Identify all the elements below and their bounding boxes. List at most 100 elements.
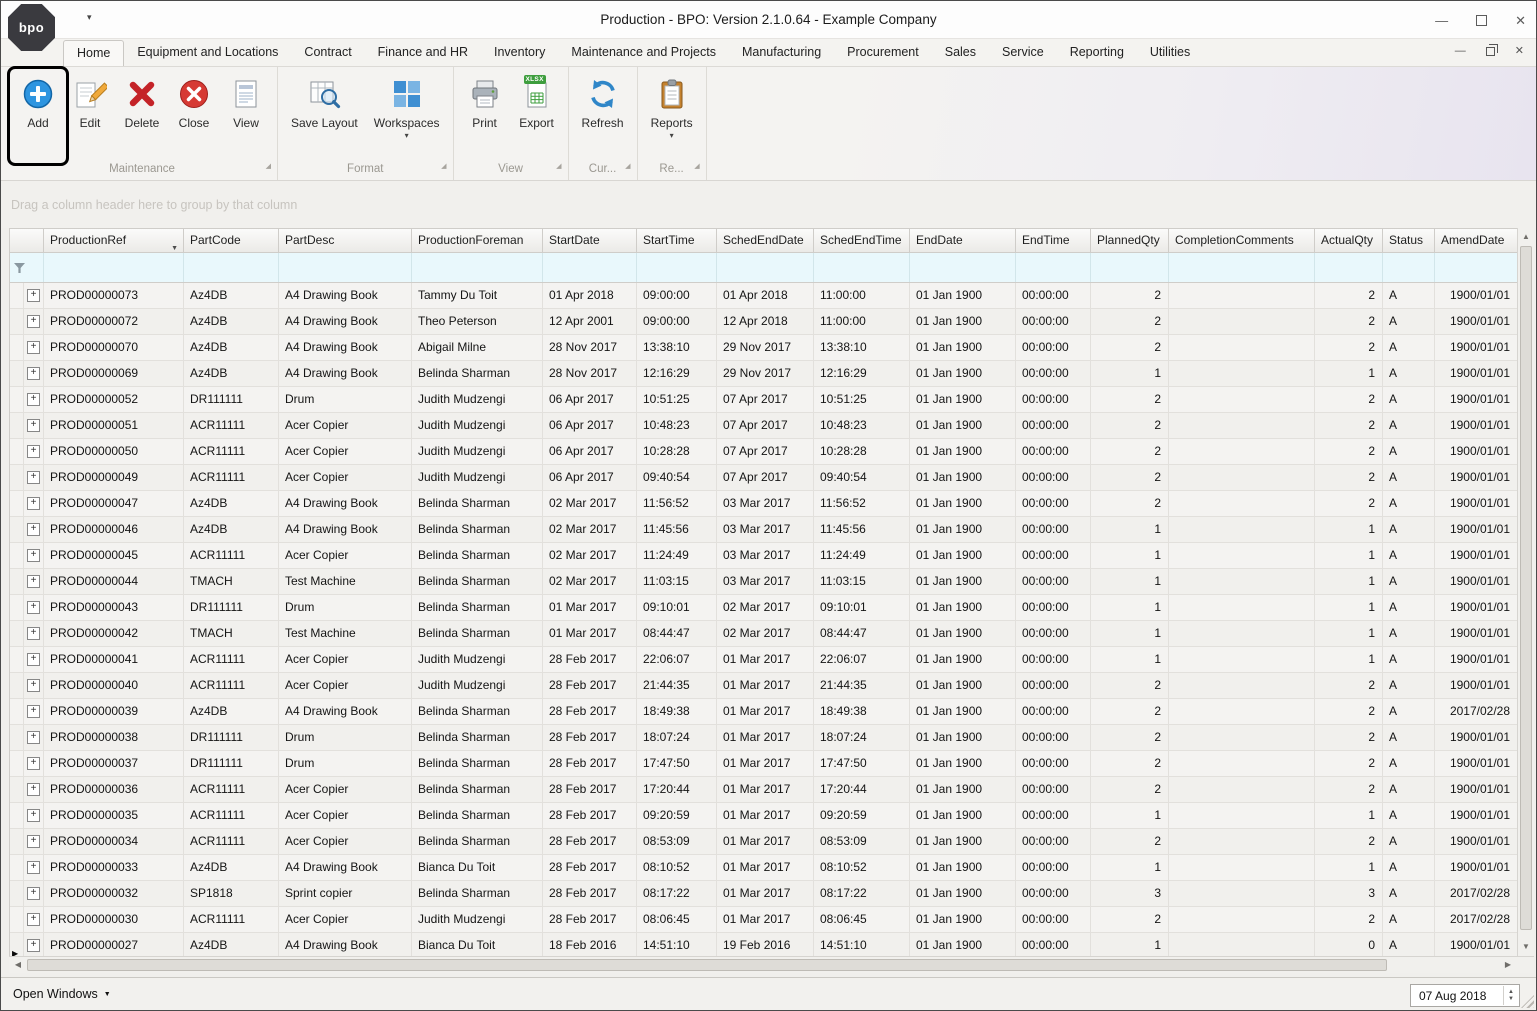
- table-row[interactable]: ▶ + PROD00000027 Az4DB A4 Drawing Book Bianca…: [10, 933, 1517, 956]
- filter-input-sched_end_date[interactable]: [717, 253, 814, 282]
- tab-contract[interactable]: Contract: [291, 40, 364, 66]
- scroll-down-icon[interactable]: ▼: [1518, 939, 1534, 955]
- expand-row-button[interactable]: +: [24, 933, 44, 956]
- tab-finance-and-hr[interactable]: Finance and HR: [365, 40, 481, 66]
- filter-input-actual_qty[interactable]: [1315, 253, 1383, 282]
- table-row[interactable]: + PROD00000034 ACR11111 Acer Copier Belinda …: [10, 829, 1517, 855]
- column-header-part_desc[interactable]: PartDesc: [279, 229, 412, 252]
- column-header-start_time[interactable]: StartTime: [637, 229, 717, 252]
- expand-row-button[interactable]: +: [24, 777, 44, 803]
- expand-row-button[interactable]: +: [24, 699, 44, 725]
- scroll-right-icon[interactable]: ▶: [1500, 957, 1516, 973]
- horizontal-scrollbar[interactable]: ◀ ▶: [9, 956, 1517, 973]
- filter-input-amend_date[interactable]: [1435, 253, 1517, 282]
- dialog-launcher-icon[interactable]: ◢: [694, 158, 699, 175]
- minimize-icon[interactable]: —: [1435, 14, 1448, 27]
- table-row[interactable]: + PROD00000041 ACR11111 Acer Copier Judith M…: [10, 647, 1517, 673]
- tab-procurement[interactable]: Procurement: [834, 40, 932, 66]
- filter-input-production_foreman[interactable]: [412, 253, 543, 282]
- vertical-scroll-thumb[interactable]: [1520, 246, 1532, 930]
- column-header-production_ref[interactable]: ProductionRef ▼: [44, 229, 184, 252]
- tab-service[interactable]: Service: [989, 40, 1057, 66]
- table-row[interactable]: + PROD00000038 DR111111 Drum Belinda Sharman…: [10, 725, 1517, 751]
- expand-row-button[interactable]: +: [24, 491, 44, 517]
- filter-input-sched_end_time[interactable]: [814, 253, 910, 282]
- date-picker[interactable]: 07 Aug 2018 ▲ ▼: [1410, 984, 1520, 1007]
- dialog-launcher-icon[interactable]: ◢: [556, 158, 561, 175]
- reports-button[interactable]: Reports ▾: [643, 71, 701, 161]
- filter-input-end_time[interactable]: [1016, 253, 1091, 282]
- save-layout-button[interactable]: Save Layout: [283, 71, 366, 161]
- quick-access-dropdown-icon[interactable]: ▾: [87, 12, 92, 23]
- table-row[interactable]: + PROD00000036 ACR11111 Acer Copier Belinda …: [10, 777, 1517, 803]
- filter-input-start_time[interactable]: [637, 253, 717, 282]
- table-row[interactable]: + PROD00000037 DR111111 Drum Belinda Sharman…: [10, 751, 1517, 777]
- date-spinner[interactable]: ▲ ▼: [1503, 986, 1518, 1005]
- add-button[interactable]: Add: [7, 66, 69, 166]
- column-header-part_code[interactable]: PartCode: [184, 229, 279, 252]
- refresh-button[interactable]: Refresh: [574, 71, 632, 161]
- table-row[interactable]: + PROD00000043 DR111111 Drum Belinda Sharman…: [10, 595, 1517, 621]
- tab-manufacturing[interactable]: Manufacturing: [729, 40, 834, 66]
- spinner-up-icon[interactable]: ▲: [1508, 989, 1514, 995]
- expand-row-button[interactable]: +: [24, 673, 44, 699]
- horizontal-scroll-thumb[interactable]: [27, 959, 1387, 971]
- expand-row-button[interactable]: +: [24, 309, 44, 335]
- table-row[interactable]: + PROD00000035 ACR11111 Acer Copier Belinda …: [10, 803, 1517, 829]
- vertical-scrollbar[interactable]: ▲ ▼: [1517, 228, 1534, 956]
- delete-button[interactable]: Delete: [116, 71, 168, 161]
- expand-row-button[interactable]: +: [24, 543, 44, 569]
- tab-home[interactable]: Home: [63, 40, 125, 66]
- column-header-actual_qty[interactable]: ActualQty: [1315, 229, 1383, 252]
- column-header-end_date[interactable]: EndDate: [910, 229, 1016, 252]
- filter-input-part_desc[interactable]: [279, 253, 412, 282]
- table-row[interactable]: + PROD00000032 SP1818 Sprint copier Belinda …: [10, 881, 1517, 907]
- filter-icon[interactable]: [10, 253, 44, 282]
- column-header-production_foreman[interactable]: ProductionForeman: [412, 229, 543, 252]
- table-row[interactable]: + PROD00000073 Az4DB A4 Drawing Book Tammy D…: [10, 283, 1517, 309]
- expand-row-button[interactable]: +: [24, 881, 44, 907]
- expand-row-button[interactable]: +: [24, 361, 44, 387]
- table-row[interactable]: + PROD00000051 ACR11111 Acer Copier Judith M…: [10, 413, 1517, 439]
- open-windows-button[interactable]: Open Windows ▼: [13, 987, 111, 1001]
- expand-row-button[interactable]: +: [24, 621, 44, 647]
- tab-sales[interactable]: Sales: [932, 40, 989, 66]
- expand-row-button[interactable]: +: [24, 569, 44, 595]
- doc-restore-icon[interactable]: [1485, 44, 1498, 56]
- table-row[interactable]: + PROD00000052 DR111111 Drum Judith Mudzengi…: [10, 387, 1517, 413]
- view-button[interactable]: View: [220, 71, 272, 161]
- dialog-launcher-icon[interactable]: ◢: [266, 158, 271, 175]
- tab-equipment-and-locations[interactable]: Equipment and Locations: [124, 40, 291, 66]
- expand-row-button[interactable]: +: [24, 335, 44, 361]
- table-row[interactable]: + PROD00000046 Az4DB A4 Drawing Book Belinda…: [10, 517, 1517, 543]
- close-button[interactable]: Close: [168, 71, 220, 161]
- expand-row-button[interactable]: +: [24, 413, 44, 439]
- doc-minimize-icon[interactable]: —: [1455, 46, 1466, 57]
- filter-input-part_code[interactable]: [184, 253, 279, 282]
- expand-row-button[interactable]: +: [24, 907, 44, 933]
- workspaces-button[interactable]: Workspaces ▾: [366, 71, 448, 161]
- table-row[interactable]: + PROD00000042 TMACH Test Machine Belinda Sh…: [10, 621, 1517, 647]
- close-icon[interactable]: ✕: [1515, 14, 1526, 27]
- expand-row-button[interactable]: +: [24, 803, 44, 829]
- table-row[interactable]: + PROD00000040 ACR11111 Acer Copier Judith M…: [10, 673, 1517, 699]
- filter-input-start_date[interactable]: [543, 253, 637, 282]
- column-header-sched_end_date[interactable]: SchedEndDate: [717, 229, 814, 252]
- table-row[interactable]: + PROD00000047 Az4DB A4 Drawing Book Belinda…: [10, 491, 1517, 517]
- dialog-launcher-icon[interactable]: ◢: [625, 158, 630, 175]
- table-row[interactable]: + PROD00000039 Az4DB A4 Drawing Book Belinda…: [10, 699, 1517, 725]
- table-row[interactable]: + PROD00000049 ACR11111 Acer Copier Judith M…: [10, 465, 1517, 491]
- tab-utilities[interactable]: Utilities: [1137, 40, 1203, 66]
- table-row[interactable]: + PROD00000045 ACR11111 Acer Copier Belinda …: [10, 543, 1517, 569]
- expand-row-button[interactable]: +: [24, 647, 44, 673]
- tab-inventory[interactable]: Inventory: [481, 40, 558, 66]
- spinner-down-icon[interactable]: ▼: [1508, 996, 1514, 1002]
- expand-row-button[interactable]: +: [24, 387, 44, 413]
- expand-row-button[interactable]: +: [24, 855, 44, 881]
- tab-reporting[interactable]: Reporting: [1057, 40, 1137, 66]
- filter-input-completion_comments[interactable]: [1169, 253, 1315, 282]
- tab-maintenance-and-projects[interactable]: Maintenance and Projects: [558, 40, 729, 66]
- maximize-icon[interactable]: [1476, 14, 1488, 26]
- table-row[interactable]: + PROD00000069 Az4DB A4 Drawing Book Belinda…: [10, 361, 1517, 387]
- filter-input-planned_qty[interactable]: [1091, 253, 1169, 282]
